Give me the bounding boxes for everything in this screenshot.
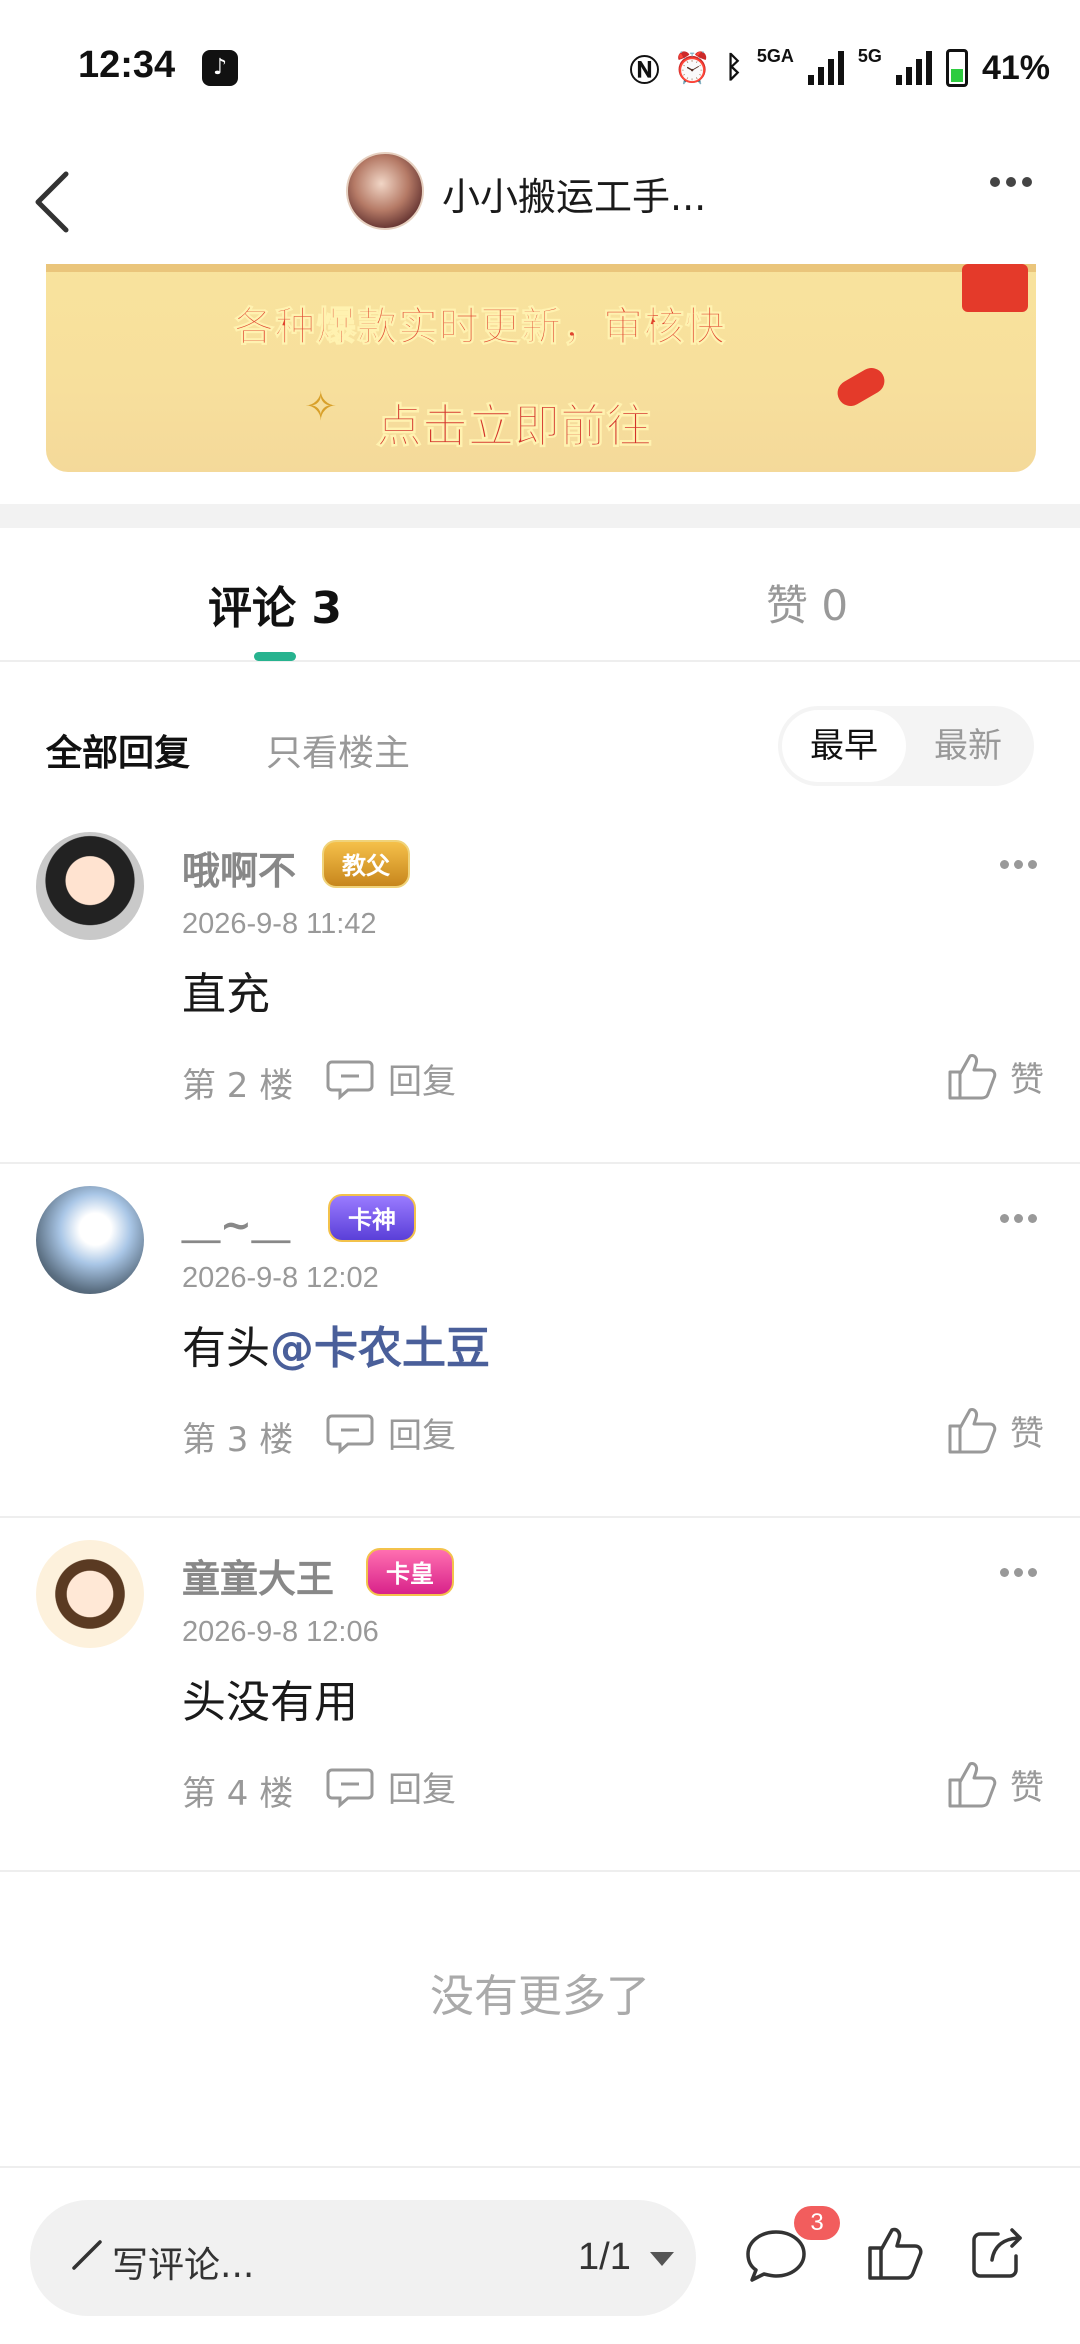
battery-percent: 41%	[981, 48, 1050, 87]
reply-label: 回复	[388, 1061, 456, 1102]
reply-label: 回复	[388, 1415, 456, 1456]
avatar[interactable]	[36, 832, 144, 940]
promo-banner[interactable]: 各种爆款实时更新，审核快 ✧ 点击立即前往	[46, 264, 1036, 472]
mention-link[interactable]: @卡农土豆	[270, 1323, 490, 1374]
section-divider	[0, 504, 1080, 528]
chevron-left-icon	[35, 171, 69, 233]
status-icons: Ⓝ ⏰ ᛒ 5GA 5G 41%	[630, 44, 1050, 92]
comment-text: 有头@卡农土豆	[182, 1312, 490, 1376]
tiktok-icon: ♪	[202, 50, 238, 86]
level-badge: 卡皇	[366, 1548, 454, 1596]
comment-body: 有头	[182, 1323, 270, 1374]
comment-item: 哦啊不 教父 2026-9-8 11:42 直充 第 2 楼 回复 赞	[0, 810, 1080, 1164]
comment-more-button[interactable]	[1000, 1208, 1050, 1228]
thumbs-up-icon	[948, 1054, 997, 1100]
comment-author[interactable]: 哦啊不	[182, 840, 296, 895]
like-button[interactable]: 赞	[946, 1752, 1044, 1816]
sort-latest-button[interactable]: 最新	[906, 710, 1030, 782]
floor-number: 第 3 楼	[182, 1420, 294, 1460]
like-button[interactable]: 赞	[946, 1044, 1044, 1108]
level-badge: 教父	[322, 840, 410, 888]
avatar[interactable]	[36, 1540, 144, 1648]
back-button[interactable]	[24, 160, 96, 244]
nfc-icon: Ⓝ	[629, 55, 660, 88]
reply-bubble-icon	[326, 1414, 374, 1454]
signal-icon	[807, 51, 844, 85]
level-badge: 卡神	[328, 1194, 416, 1242]
top-nav-bar: 小小搬运工手...	[0, 140, 1080, 264]
comment-text: 头没有用	[182, 1666, 358, 1730]
pencil-icon	[72, 2240, 102, 2270]
comment-time: 2026-9-8 12:06	[182, 1616, 379, 1648]
sparkle-icon: ✧	[304, 384, 338, 430]
floor-number: 第 2 楼	[182, 1066, 294, 1106]
signal-icon-2	[895, 51, 932, 85]
reply-bubble-icon	[326, 1768, 374, 1808]
banner-cta: 点击立即前往	[376, 399, 653, 454]
thumbs-up-icon	[948, 1408, 997, 1454]
reply-bubble-icon	[326, 1060, 374, 1100]
sort-toggle: 最早 最新	[778, 706, 1034, 786]
tab-bar: 评论 3 赞 0	[0, 528, 1080, 662]
battery-icon	[945, 49, 968, 87]
alarm-icon: ⏰	[673, 51, 711, 85]
thumbs-up-icon	[948, 1762, 997, 1808]
write-comment-placeholder: 写评论...	[112, 2245, 255, 2286]
floor-number: 第 4 楼	[182, 1774, 294, 1814]
comment-author[interactable]: ＿~＿	[182, 1194, 290, 1249]
like-label: 赞	[1010, 1767, 1044, 1808]
ribbon-icon	[832, 363, 890, 411]
bluetooth-icon: ᛒ	[724, 51, 743, 84]
comment-time: 2026-9-8 12:02	[182, 1262, 379, 1294]
comment-item: 童童大王 卡皇 2026-9-8 12:06 头没有用 第 4 楼 回复 赞	[0, 1518, 1080, 1872]
more-options-button[interactable]	[990, 172, 1050, 212]
network-type-label-2: 5G	[857, 45, 882, 66]
status-time: 12:34	[78, 44, 176, 86]
network-type-label: 5GA	[756, 45, 794, 66]
comment-author[interactable]: 童童大王	[182, 1548, 334, 1603]
write-comment-input[interactable]: 写评论... 1/1	[30, 2200, 696, 2316]
filter-op-only[interactable]: 只看楼主	[266, 724, 410, 776]
status-bar: 12:34 ♪ Ⓝ ⏰ ᛒ 5GA 5G 41%	[0, 0, 1080, 140]
reply-label: 回复	[388, 1769, 456, 1810]
reply-button[interactable]: 回复	[326, 1758, 456, 1814]
end-of-list-note: 没有更多了	[430, 1971, 650, 2022]
caret-down-icon[interactable]	[650, 2252, 674, 2266]
comment-more-button[interactable]	[1000, 854, 1050, 874]
avatar[interactable]	[36, 1186, 144, 1294]
page-indicator[interactable]: 1/1	[578, 2236, 631, 2279]
comment-item: ＿~＿ 卡神 2026-9-8 12:02 有头@卡农土豆 第 3 楼 回复 赞	[0, 1164, 1080, 1518]
comment-body: 头没有用	[182, 1677, 358, 1728]
comment-more-button[interactable]	[1000, 1562, 1050, 1582]
like-label: 赞	[1010, 1059, 1044, 1100]
comment-time: 2026-9-8 11:42	[182, 908, 377, 940]
share-icon[interactable]	[968, 2224, 1026, 2282]
reply-button[interactable]: 回复	[326, 1050, 456, 1106]
filter-all-replies[interactable]: 全部回复	[46, 724, 190, 776]
comment-body: 直充	[182, 969, 270, 1020]
sort-earliest-button[interactable]: 最早	[782, 710, 906, 782]
comment-count-badge: 3	[794, 2206, 840, 2240]
like-button[interactable]: 赞	[946, 1398, 1044, 1462]
bottom-action-bar: 写评论... 1/1 3	[0, 2166, 1080, 2344]
active-tab-indicator	[254, 652, 296, 661]
tab-likes[interactable]: 赞 0	[766, 572, 848, 633]
banner-strip	[46, 264, 1036, 272]
reply-button[interactable]: 回复	[326, 1404, 456, 1460]
tab-comments[interactable]: 评论 3	[208, 572, 342, 636]
author-name[interactable]: 小小搬运工手...	[442, 166, 706, 221]
thumbs-up-icon[interactable]	[866, 2224, 924, 2282]
red-envelope-icon	[962, 264, 1028, 312]
filter-row: 全部回复 只看楼主 最早 最新	[0, 700, 1080, 792]
banner-headline: 各种爆款实时更新，审核快	[234, 304, 726, 351]
author-avatar[interactable]	[346, 152, 424, 230]
like-label: 赞	[1010, 1413, 1044, 1454]
comment-text: 直充	[182, 958, 270, 1022]
